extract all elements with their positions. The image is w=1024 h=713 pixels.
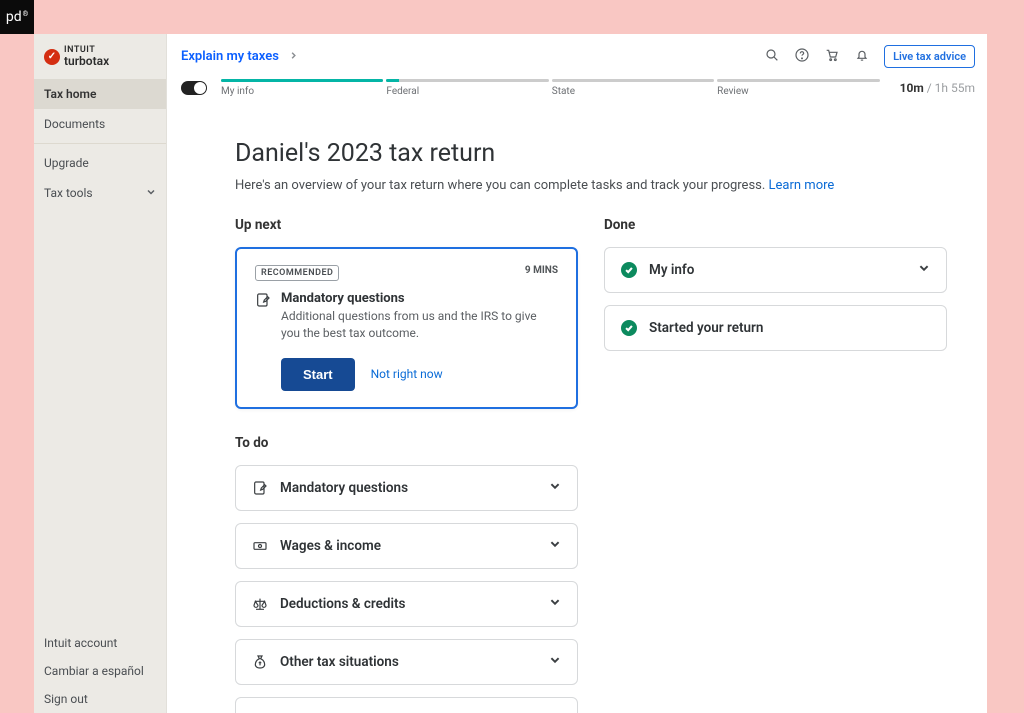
sidebar: ✓ INTUIT turbotax Tax home Documents Upg… [34, 34, 167, 713]
document-edit-icon [255, 292, 271, 308]
scales-icon [252, 596, 268, 612]
todo-item-label: Other tax situations [280, 654, 537, 670]
estimated-time: 9 MINS [525, 265, 558, 276]
sidebar-item-sign-out[interactable]: Sign out [34, 685, 166, 713]
up-next-heading: Up next [235, 217, 578, 233]
recommended-description: Additional questions from us and the IRS… [281, 308, 558, 342]
document-edit-icon [252, 480, 268, 496]
sidebar-item-tax-home[interactable]: Tax home [34, 79, 166, 109]
chevron-down-icon [918, 262, 930, 278]
todo-item-federal-review[interactable]: Federal review [235, 697, 578, 713]
brand-logo: ✓ INTUIT turbotax [34, 34, 166, 79]
start-button[interactable]: Start [281, 358, 355, 391]
topbar: Explain my taxes Live tax advice [167, 34, 987, 79]
live-tax-advice-button[interactable]: Live tax advice [884, 45, 975, 68]
topbar-actions: Live tax advice [764, 45, 975, 68]
sidebar-item-label: Tax tools [44, 186, 93, 200]
turbotax-mark-icon: ✓ [44, 49, 60, 65]
help-icon[interactable] [794, 47, 810, 67]
chevron-down-icon [146, 186, 156, 200]
sidebar-item-intuit-account[interactable]: Intuit account [34, 629, 166, 657]
progress-step-review[interactable]: Review [717, 79, 879, 97]
todo-heading: To do [235, 435, 578, 451]
search-icon[interactable] [764, 47, 780, 67]
progress-toggle[interactable] [181, 81, 207, 95]
todo-item-label: Wages & income [280, 538, 537, 554]
money-bag-icon [252, 654, 268, 670]
right-column: Done My info Start [604, 217, 947, 713]
todo-item-mandatory-questions[interactable]: Mandatory questions [235, 465, 578, 511]
todo-item-label: Mandatory questions [280, 480, 537, 496]
todo-item-label: Deductions & credits [280, 596, 537, 612]
done-heading: Done [604, 217, 947, 233]
progress-step-state[interactable]: State [552, 79, 714, 97]
cart-icon[interactable] [824, 47, 840, 67]
chevron-down-icon [549, 596, 561, 612]
chevron-down-icon [549, 654, 561, 670]
done-item-started-return[interactable]: Started your return [604, 305, 947, 351]
done-item-my-info[interactable]: My info [604, 247, 947, 293]
progress-bar: My info Federal State Review 10m / 1h 55… [167, 79, 987, 103]
check-circle-icon [621, 320, 637, 336]
learn-more-link[interactable]: Learn more [769, 178, 835, 193]
sidebar-item-documents[interactable]: Documents [34, 109, 166, 139]
sidebar-item-label: Cambiar a español [44, 664, 144, 678]
todo-item-wages-income[interactable]: Wages & income [235, 523, 578, 569]
sidebar-item-label: Sign out [44, 692, 88, 706]
todo-item-deductions-credits[interactable]: Deductions & credits [235, 581, 578, 627]
divider [34, 143, 166, 144]
sidebar-item-label: Upgrade [44, 156, 89, 170]
recommended-title: Mandatory questions [281, 291, 558, 306]
chevron-down-icon [549, 538, 561, 554]
progress-step-federal[interactable]: Federal [386, 79, 548, 97]
chevron-down-icon [549, 480, 561, 496]
breadcrumb[interactable]: Explain my taxes [181, 49, 298, 64]
sidebar-item-label: Documents [44, 117, 105, 131]
sidebar-item-upgrade[interactable]: Upgrade [34, 148, 166, 178]
sidebar-item-label: Tax home [44, 87, 96, 101]
page-content: Daniel's 2023 tax return Here's an overv… [167, 103, 987, 713]
page-subtitle: Here's an overview of your tax return wh… [235, 178, 947, 193]
todo-item-other-tax-situations[interactable]: Other tax situations [235, 639, 578, 685]
app-window: ✓ INTUIT turbotax Tax home Documents Upg… [34, 34, 987, 713]
check-circle-icon [621, 262, 637, 278]
brand-text: INTUIT turbotax [64, 46, 109, 67]
chevron-right-icon [289, 50, 298, 63]
progress-step-my-info[interactable]: My info [221, 79, 383, 97]
not-right-now-link[interactable]: Not right now [371, 367, 443, 381]
money-icon [252, 538, 268, 554]
sidebar-item-language-toggle[interactable]: Cambiar a español [34, 657, 166, 685]
sidebar-item-label: Intuit account [44, 636, 117, 650]
recommended-badge: RECOMMENDED [255, 265, 339, 281]
progress-steps: My info Federal State Review [221, 79, 880, 97]
external-brand-logo: pd® [0, 0, 34, 34]
done-item-label: My info [649, 262, 906, 278]
breadcrumb-label: Explain my taxes [181, 49, 279, 64]
done-item-label: Started your return [649, 320, 930, 336]
time-estimate: 10m / 1h 55m [894, 81, 975, 95]
left-column: Up next RECOMMENDED 9 MINS Mandatory que… [235, 217, 578, 713]
recommended-card: RECOMMENDED 9 MINS Mandatory questions A… [235, 247, 578, 409]
bell-icon[interactable] [854, 47, 870, 67]
page-title: Daniel's 2023 tax return [235, 139, 947, 168]
sidebar-item-tax-tools[interactable]: Tax tools [34, 178, 166, 208]
main-content: Explain my taxes Live tax advice [167, 34, 987, 713]
sidebar-footer: Intuit account Cambiar a español Sign ou… [34, 629, 166, 713]
